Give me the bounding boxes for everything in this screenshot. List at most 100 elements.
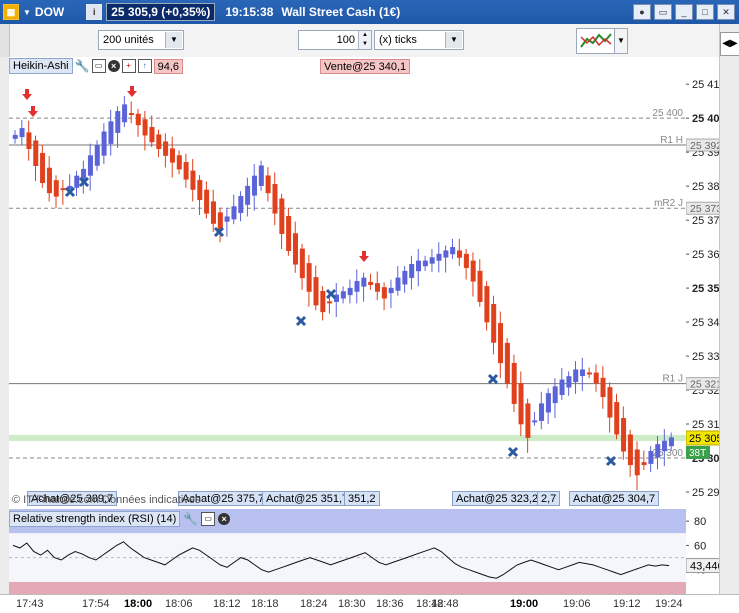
rsi-tick-label: 80 xyxy=(694,516,706,528)
spinner-icon[interactable]: ▲ ▼ xyxy=(358,31,371,49)
time-tick-label: 17:54 xyxy=(82,598,110,610)
time-tick-label: 18:12 xyxy=(213,598,241,610)
candle-body xyxy=(210,201,216,224)
candle-body xyxy=(580,369,586,377)
rsi-header: Relative strength index (RSI) (14) 🔧 ▭ × xyxy=(9,511,231,527)
dropdown-arrow-icon[interactable]: ▼ xyxy=(23,8,31,17)
chart-type-dropdown[interactable]: ▼ xyxy=(614,28,628,54)
price-chart[interactable]: 25 400 R1 HmR2 J R1 J 25 300 xyxy=(9,57,686,509)
candle-body xyxy=(655,444,661,458)
restore-icon[interactable]: ▭ xyxy=(654,4,672,20)
candle-body xyxy=(149,127,155,143)
level-name: R1 H xyxy=(660,135,683,146)
sell-arrow-icon[interactable] xyxy=(22,89,32,100)
candle-body xyxy=(498,323,504,364)
candle-body xyxy=(115,111,121,133)
candle-body xyxy=(559,379,565,395)
close-icon[interactable]: ✕ xyxy=(717,4,735,20)
candle-body xyxy=(26,132,32,150)
chart-type-button[interactable] xyxy=(576,28,616,54)
candle-body xyxy=(204,189,210,214)
pin-icon[interactable]: ● xyxy=(633,4,651,20)
time-axis[interactable]: 17:43 17:54 18:00 18:06 18:12 18:18 18:24 18:30… xyxy=(0,594,739,610)
level-name: mR2 J xyxy=(654,198,683,209)
buy-order-label[interactable]: Achat@25 351,7 xyxy=(262,491,353,506)
signal-cross-icon[interactable] xyxy=(325,288,337,300)
app-icon[interactable]: ▦ xyxy=(3,4,19,20)
sell-arrow-icon[interactable] xyxy=(127,86,137,97)
add-icon[interactable]: + xyxy=(121,59,136,73)
arrow-up-icon[interactable]: ↑ xyxy=(137,59,152,73)
candle-body xyxy=(279,198,285,234)
time-tick-label: 19:12 xyxy=(613,598,641,610)
rsi-title[interactable]: Relative strength index (RSI) (14) xyxy=(9,511,181,527)
candle-body xyxy=(395,277,401,291)
candle-body xyxy=(409,264,415,278)
candle-body xyxy=(176,155,182,170)
candle-body xyxy=(450,247,456,255)
candle-body xyxy=(477,270,483,302)
info-icon[interactable]: i xyxy=(86,4,103,20)
buy-order-label[interactable]: Achat@25 304,7 xyxy=(569,491,660,506)
candle-body xyxy=(586,372,592,375)
candle-body xyxy=(416,260,422,272)
sell-arrow-icon[interactable] xyxy=(359,251,369,262)
header-order-fragment[interactable]: 94,6 xyxy=(153,58,184,74)
signal-cross-icon[interactable] xyxy=(295,315,307,327)
units-select[interactable]: 200 unités ▼ xyxy=(98,30,184,50)
indicator-name[interactable]: Heikin-Ashi xyxy=(9,58,73,74)
window-icon[interactable]: ▭ xyxy=(91,59,106,73)
candle-body xyxy=(443,250,449,258)
indicator-header: Heikin-Ashi 🔧 ▭ × + ↑ 94,6 xyxy=(9,58,184,74)
candle-body xyxy=(436,253,442,261)
candle-body xyxy=(292,233,298,265)
chevron-down-icon[interactable]: ▼ xyxy=(445,32,462,48)
wrench-icon[interactable]: 🔧 xyxy=(75,59,90,73)
candle-body xyxy=(33,140,39,167)
toolbar-grip xyxy=(0,24,10,57)
signal-cross-icon[interactable] xyxy=(487,373,499,385)
symbol-label[interactable]: DOW xyxy=(35,5,64,19)
candle-body xyxy=(101,131,107,156)
candle-body xyxy=(94,145,100,166)
signal-cross-icon[interactable] xyxy=(507,446,519,458)
time-tick-label: 18:30 xyxy=(338,598,366,610)
title-bar: ▦ ▼ DOW i 25 305,9 (+0,35%) 19:15:38 Wal… xyxy=(0,0,739,24)
current-price-band xyxy=(9,434,686,441)
candle-body xyxy=(60,188,66,191)
candle-body xyxy=(286,216,292,251)
close-indicator-icon[interactable]: × xyxy=(107,60,120,72)
time-tick-label: 18:36 xyxy=(376,598,404,610)
candle-body xyxy=(224,216,230,222)
candle-body xyxy=(668,437,674,447)
candlestick-chart[interactable]: 25 400R1 HmR2 JR1 J25 300 xyxy=(9,57,686,509)
window-icon[interactable]: ▭ xyxy=(201,512,216,526)
ticks-unit-value: (x) ticks xyxy=(379,34,417,46)
ticks-input[interactable]: 100 ▲ ▼ xyxy=(298,30,372,50)
maximize-icon[interactable]: □ xyxy=(696,4,714,20)
candle-body xyxy=(12,134,18,139)
time-tick-label: 19:00 xyxy=(510,598,538,610)
close-rsi-icon[interactable]: × xyxy=(218,513,231,525)
candle-body xyxy=(662,440,668,452)
candle-body xyxy=(511,362,517,404)
candle-body xyxy=(183,162,189,180)
sell-order-label[interactable]: Vente@25 340,1 xyxy=(320,59,411,74)
candle-body xyxy=(566,376,572,388)
buy-order-label[interactable]: Achat@25 323,2 xyxy=(452,491,543,506)
buy-order-label[interactable]: 351,2 xyxy=(344,491,380,506)
expand-panel-icon[interactable]: ◀▶ xyxy=(720,32,739,56)
candle-body xyxy=(422,260,428,267)
sell-arrow-icon[interactable] xyxy=(28,106,38,117)
candle-body xyxy=(156,134,162,150)
candle-body xyxy=(327,301,333,304)
ticks-unit-select[interactable]: (x) ticks ▼ xyxy=(374,30,464,50)
candle-body xyxy=(251,175,257,196)
minimize-icon[interactable]: _ xyxy=(675,4,693,20)
chevron-down-icon[interactable]: ▼ xyxy=(165,32,182,48)
candle-body xyxy=(504,342,510,384)
wrench-icon[interactable]: 🔧 xyxy=(183,512,198,526)
candle-body xyxy=(320,291,326,313)
candle-body xyxy=(470,260,476,282)
buy-order-label[interactable]: 2,7 xyxy=(537,491,561,506)
